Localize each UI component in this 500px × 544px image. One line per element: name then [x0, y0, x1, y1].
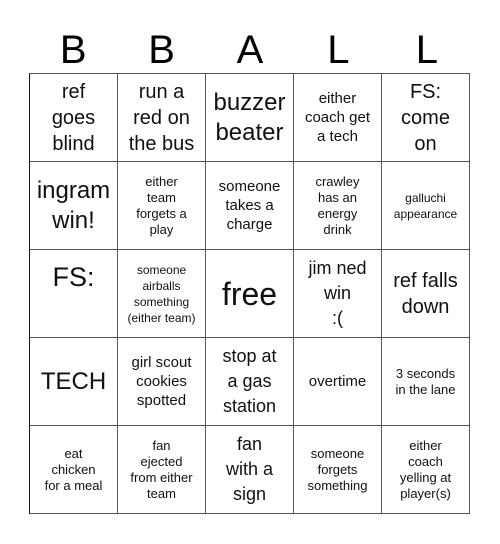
header-letter: L — [415, 28, 438, 72]
bingo-cell[interactable]: someone forgets something — [294, 426, 382, 514]
bingo-cell[interactable]: free — [206, 250, 294, 338]
bingo-cell[interactable]: fan with a sign — [206, 426, 294, 514]
bingo-cell[interactable]: either coach yelling at player(s) — [382, 426, 470, 514]
header-letter: B — [148, 28, 175, 72]
bingo-cell[interactable]: run a red on the bus — [118, 74, 206, 162]
bingo-cell[interactable]: TECH — [30, 338, 118, 426]
bingo-card-grid: ref goes blind run a red on the bus buzzer… — [29, 73, 470, 514]
bingo-cell[interactable]: FS: come on — [382, 74, 470, 162]
bingo-cell[interactable]: either coach get a tech — [294, 74, 382, 162]
bingo-header: B B A L L — [29, 28, 471, 72]
bingo-cell[interactable]: FS: — [30, 250, 118, 338]
bingo-cell[interactable]: fan ejected from either team — [118, 426, 206, 514]
bingo-cell[interactable]: ref goes blind — [30, 74, 118, 162]
header-letter: L — [327, 28, 350, 72]
bingo-cell[interactable]: buzzer beater — [206, 74, 294, 162]
bingo-cell[interactable]: overtime — [294, 338, 382, 426]
bingo-cell[interactable]: someone airballs something (either team) — [118, 250, 206, 338]
bingo-cell[interactable]: someone takes a charge — [206, 162, 294, 250]
bingo-cell[interactable]: either team forgets a play — [118, 162, 206, 250]
bingo-cell[interactable]: galluchi appearance — [382, 162, 470, 250]
header-letter: B — [59, 28, 87, 72]
bingo-cell[interactable]: girl scout cookies spotted — [118, 338, 206, 426]
bingo-cell[interactable]: eat chicken for a meal — [30, 426, 118, 514]
bingo-cell[interactable]: ref falls down — [382, 250, 470, 338]
bingo-cell[interactable]: crawley has an energy drink — [294, 162, 382, 250]
header-letter: A — [236, 28, 264, 72]
bingo-cell[interactable]: stop at a gas station — [206, 338, 294, 426]
bingo-cell[interactable]: jim ned win :( — [294, 250, 382, 338]
bingo-cell[interactable]: ingram win! — [30, 162, 118, 250]
bingo-cell[interactable]: 3 seconds in the lane — [382, 338, 470, 426]
